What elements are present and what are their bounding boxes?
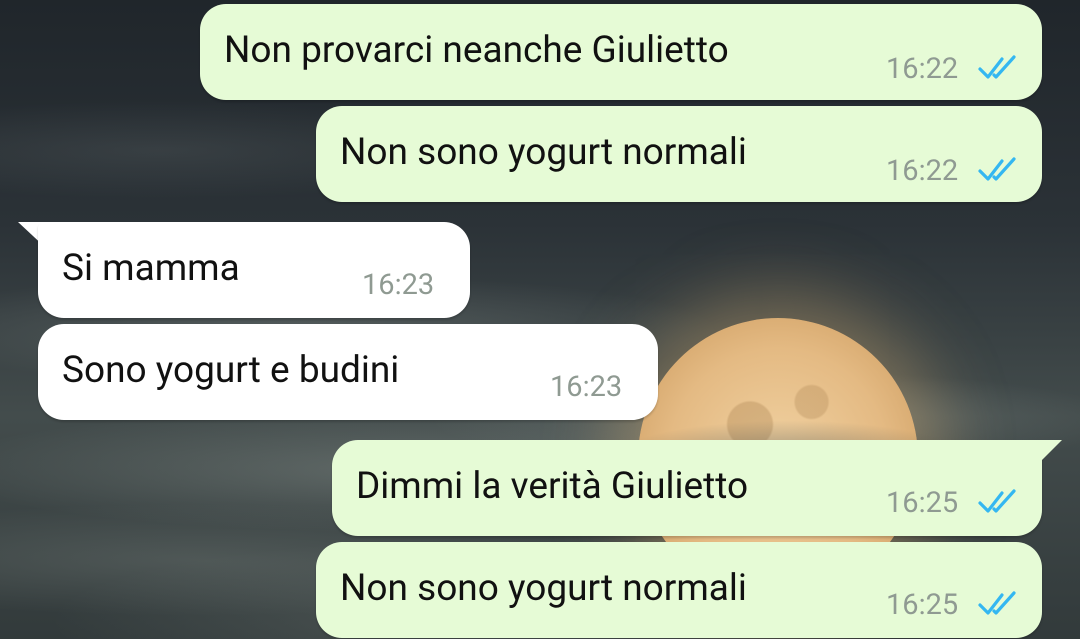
- message-time: 16:25: [886, 588, 959, 622]
- double-check-icon: [978, 157, 1016, 181]
- message-text: Non provarci neanche Giulietto: [224, 29, 729, 72]
- message-text: Dimmi la verità Giulietto: [356, 465, 749, 508]
- message-bubble-outgoing[interactable]: Non sono yogurt normali 16:22: [316, 106, 1042, 202]
- message-bubble-outgoing[interactable]: Non provarci neanche Giulietto 16:22: [200, 4, 1042, 100]
- message-time: 16:25: [886, 486, 959, 520]
- message-time: 16:22: [886, 52, 959, 86]
- message-text: Non sono yogurt normali: [340, 131, 747, 174]
- message-text: Non sono yogurt normali: [340, 567, 747, 610]
- message-time: 16:23: [550, 370, 623, 404]
- double-check-icon: [978, 489, 1016, 513]
- message-bubble-incoming[interactable]: Si mamma 16:23: [38, 222, 470, 318]
- message-text: Si mamma: [62, 247, 240, 290]
- message-bubble-incoming[interactable]: Sono yogurt e budini 16:23: [38, 324, 658, 420]
- outgoing-bubble-tail: [1034, 440, 1062, 468]
- double-check-icon: [978, 55, 1016, 79]
- message-time: 16:23: [362, 268, 435, 302]
- message-bubble-outgoing[interactable]: Non sono yogurt normali 16:25: [316, 542, 1042, 638]
- message-time: 16:22: [886, 154, 959, 188]
- message-text: Sono yogurt e budini: [62, 349, 400, 392]
- double-check-icon: [978, 591, 1016, 615]
- message-bubble-outgoing[interactable]: Dimmi la verità Giulietto 16:25: [332, 440, 1042, 536]
- message-list[interactable]: Non provarci neanche Giulietto 16:22 Non…: [0, 0, 1080, 639]
